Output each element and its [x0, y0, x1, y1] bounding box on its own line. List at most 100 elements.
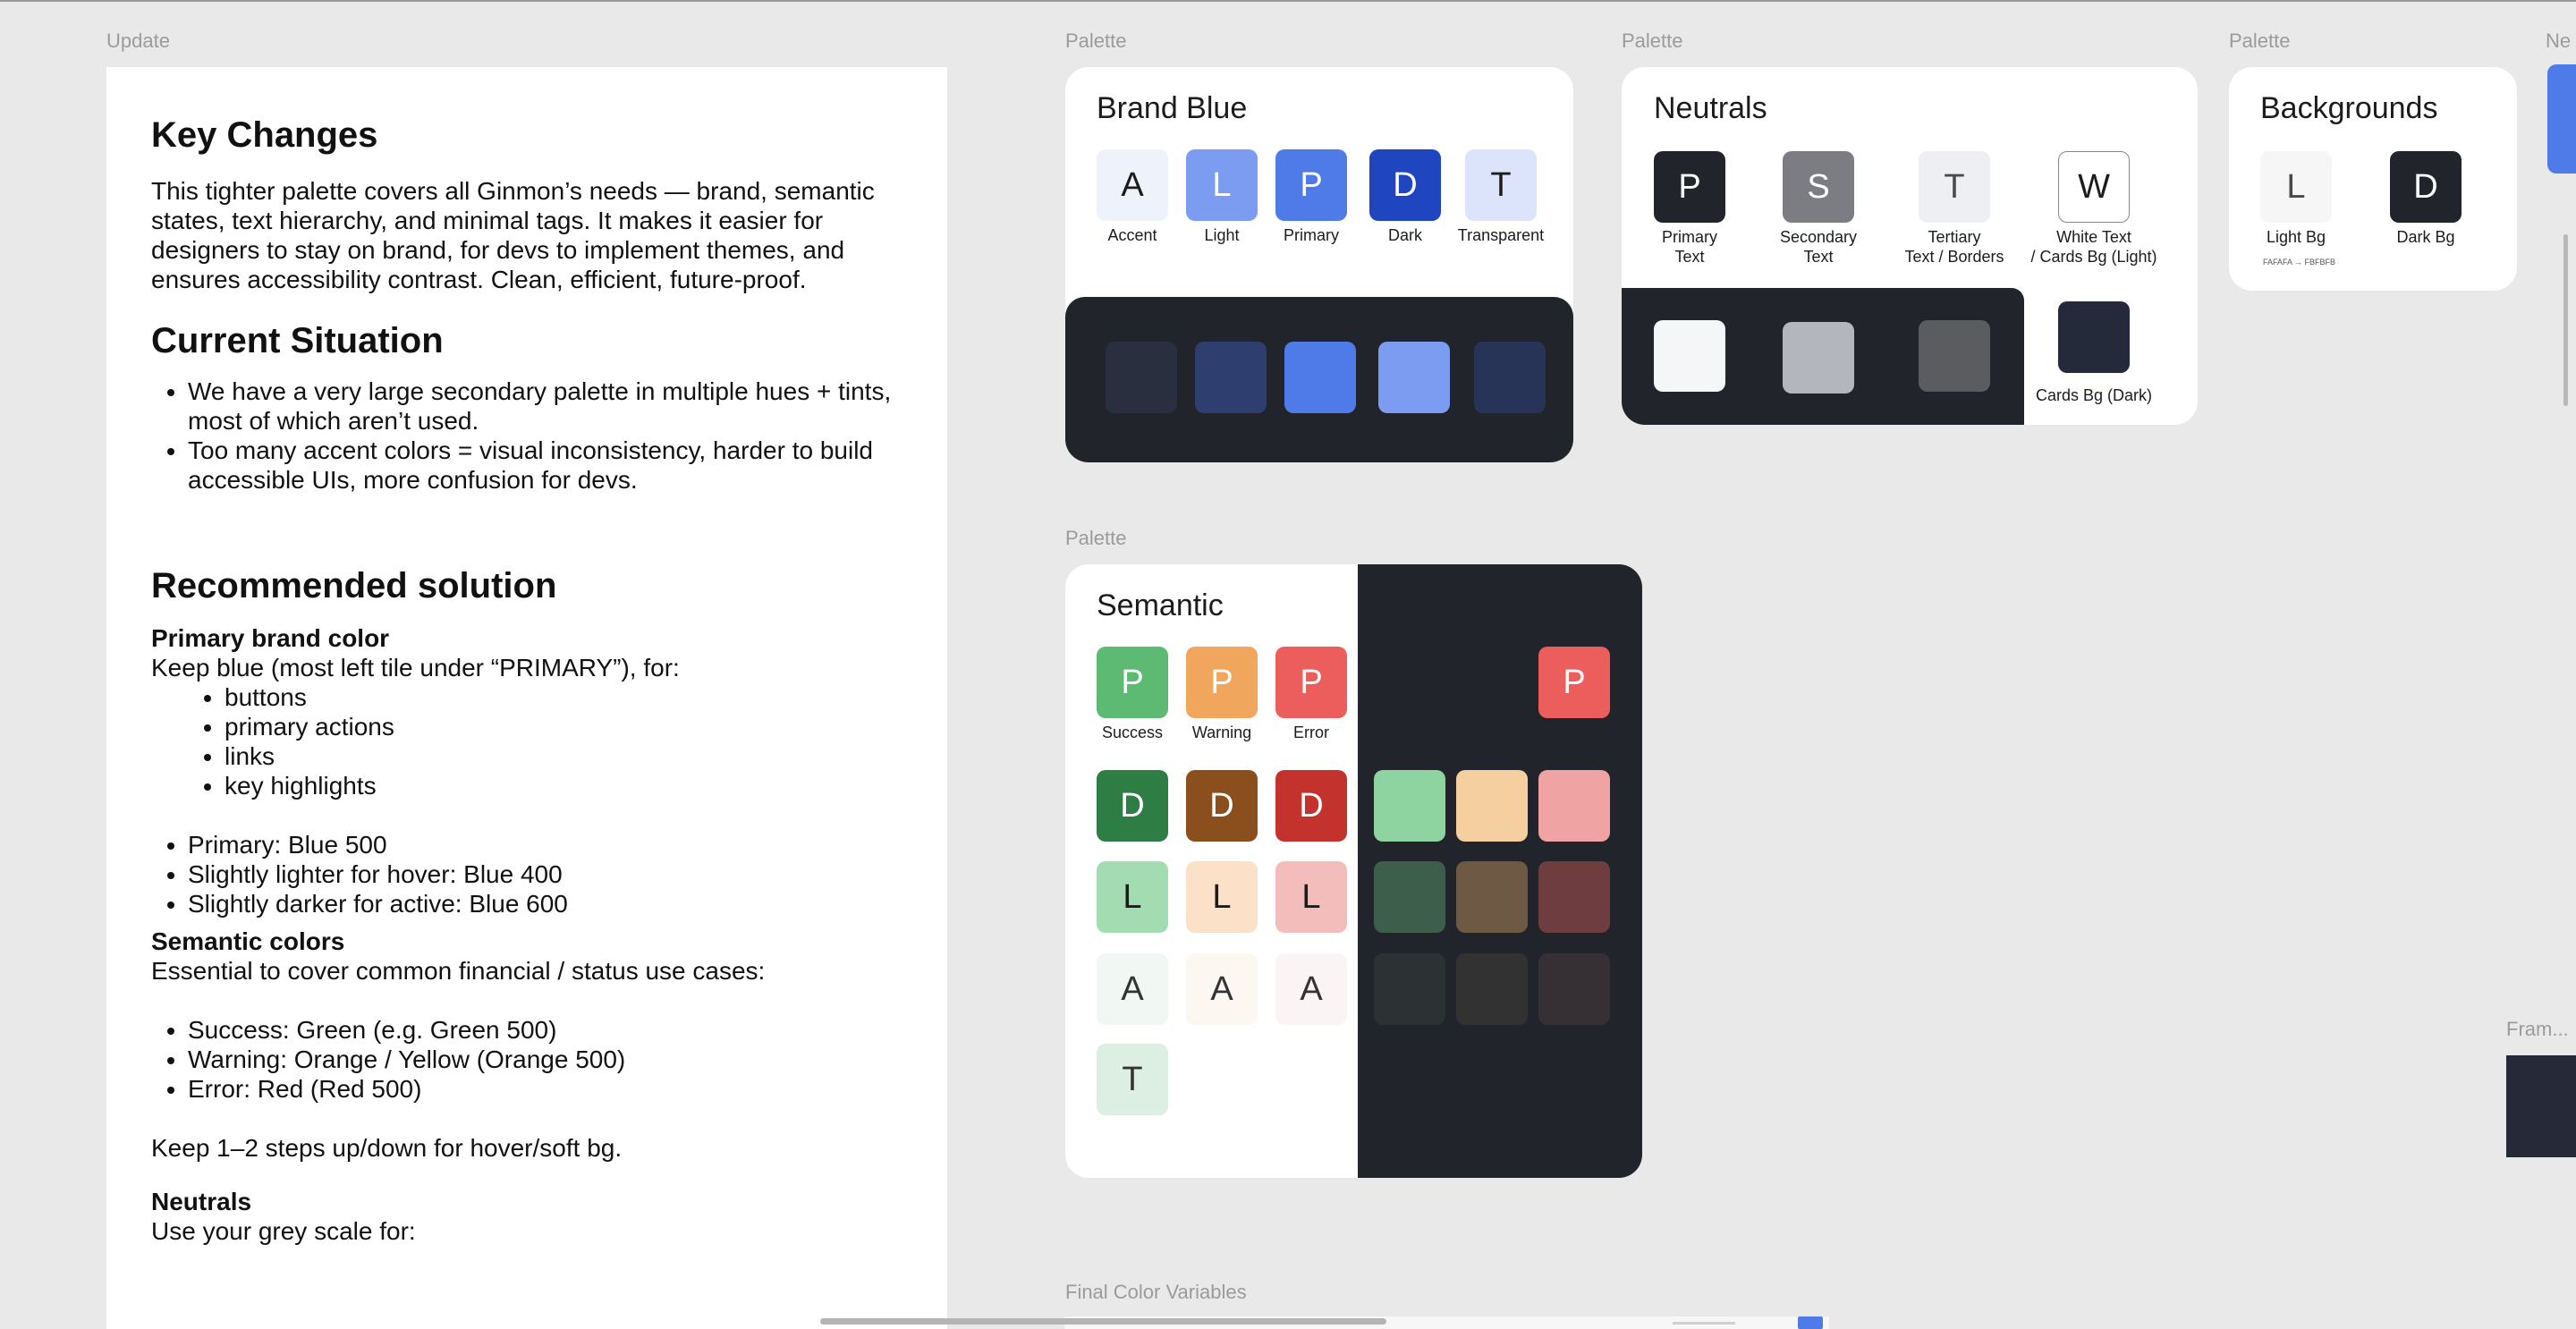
heading-current-situation: Current Situation — [151, 321, 444, 360]
dark-swatch-primary-text[interactable] — [1654, 320, 1725, 392]
preview-bar — [1673, 1322, 1735, 1325]
warning-dark-mode-swatch[interactable] — [1456, 770, 1528, 842]
swatch-label: Accent — [1107, 226, 1157, 244]
dark-swatch-transparent[interactable] — [1474, 342, 1546, 413]
error-swatch[interactable]: P — [1275, 647, 1347, 718]
dark-swatch-accent[interactable] — [1106, 342, 1177, 413]
list-item: Error: Red (Red 500) — [188, 1074, 911, 1104]
neutrals-title: Neutrals — [151, 1188, 252, 1215]
primary-swatch[interactable]: P — [1275, 149, 1347, 221]
semantic-items-list: Success: Green (e.g. Green 500) Warning:… — [151, 1015, 911, 1104]
primary-brand-color-intro: Keep blue (most left tile under “PRIMARY… — [151, 654, 680, 681]
dark-mode-panel: P — [1358, 564, 1642, 1178]
current-situation-list: We have a very large secondary palette i… — [151, 377, 911, 495]
warning-dark-mode-swatch[interactable] — [1456, 953, 1528, 1025]
card-title: Brand Blue — [1097, 91, 1248, 125]
error-dark-mode-swatch[interactable]: P — [1538, 647, 1610, 718]
success-dark-mode-swatch[interactable] — [1374, 770, 1445, 842]
secondary-text-swatch[interactable]: S — [1783, 151, 1854, 223]
primary-steps-list: Primary: Blue 500 Slightly lighter for h… — [151, 830, 911, 918]
frame-preview[interactable] — [2506, 1055, 2576, 1157]
dark-bg-swatch[interactable]: D — [2390, 151, 2462, 223]
semantic-card[interactable]: Semantic P Success P Warning P Error D D… — [1065, 564, 1642, 1178]
transparent-swatch[interactable]: T — [1465, 149, 1537, 221]
primary-text-swatch[interactable]: P — [1654, 151, 1725, 223]
dark-swatch-dark[interactable] — [1195, 342, 1267, 413]
light-bg-note: FAFAFA → FBFBFB — [2263, 258, 2336, 267]
success-swatch[interactable]: P — [1097, 647, 1168, 718]
error-dark-swatch[interactable]: D — [1275, 770, 1347, 842]
cards-bg-dark-swatch[interactable] — [2058, 301, 2130, 373]
dark-swatch-light[interactable] — [1378, 342, 1450, 413]
error-dark-mode-swatch[interactable] — [1538, 953, 1610, 1025]
error-dark-mode-swatch[interactable] — [1538, 770, 1610, 842]
list-item: key highlights — [225, 771, 911, 800]
brand-blue-card[interactable]: Brand Blue A Accent L Light P Primary D … — [1065, 67, 1573, 462]
frame-label-frame[interactable]: Fram... — [2506, 1018, 2569, 1041]
dark-swatch-tertiary[interactable] — [1919, 320, 1990, 392]
list-item: Primary: Blue 500 — [188, 830, 911, 859]
vertical-scrollbar[interactable] — [2563, 234, 2568, 406]
dark-swatch[interactable]: D — [1369, 149, 1441, 221]
frame-label-next[interactable]: Ne — [2546, 30, 2571, 53]
swatch-label: Error — [1293, 724, 1329, 741]
window-top-border — [0, 0, 2576, 2]
accent-swatch[interactable]: A — [1097, 149, 1168, 221]
update-document[interactable]: Key Changes This tighter palette covers … — [106, 67, 947, 1329]
swatch-label: Cards Bg (Dark) — [2035, 386, 2153, 404]
swatch-label: Secondary Text — [1779, 228, 1858, 266]
frame-label-palette-neutrals[interactable]: Palette — [1622, 30, 1683, 53]
semantic-colors-intro: Essential to cover common financial / st… — [151, 957, 766, 985]
horizontal-scrollbar[interactable] — [820, 1318, 1386, 1325]
primary-brand-color-title: Primary brand color — [151, 624, 390, 652]
card-title: Neutrals — [1654, 91, 1767, 125]
error-accent-swatch[interactable]: A — [1275, 953, 1347, 1025]
neutrals-intro: Use your grey scale for: — [151, 1217, 416, 1245]
document-content: Key Changes This tighter palette covers … — [151, 112, 911, 1246]
frame-label-palette-backgrounds[interactable]: Palette — [2229, 30, 2291, 53]
warning-light-swatch[interactable]: L — [1186, 861, 1258, 933]
list-item: buttons — [225, 682, 911, 712]
swatch-label: White Text / Cards Bg (Light) — [2030, 228, 2157, 266]
warning-swatch[interactable]: P — [1186, 647, 1258, 718]
warning-dark-swatch[interactable]: D — [1186, 770, 1258, 842]
warning-dark-mode-swatch[interactable] — [1456, 861, 1528, 933]
warning-accent-swatch[interactable]: A — [1186, 953, 1258, 1025]
light-swatch[interactable]: L — [1186, 149, 1258, 221]
swatch-label: Tertiary Text / Borders — [1904, 228, 2004, 266]
success-dark-swatch[interactable]: D — [1097, 770, 1168, 842]
dark-swatch-primary[interactable] — [1284, 342, 1356, 413]
neutrals-card[interactable]: Neutrals P Primary Text S Secondary Text T… — [1622, 67, 2198, 425]
semantic-colors-title: Semantic colors — [151, 927, 345, 955]
white-text-swatch[interactable]: W — [2058, 151, 2130, 223]
success-dark-mode-swatch[interactable] — [1374, 861, 1445, 933]
frame-label-final-color-variables[interactable]: Final Color Variables — [1065, 1281, 1247, 1304]
frame-label-palette-brand[interactable]: Palette — [1065, 30, 1127, 53]
success-accent-swatch[interactable]: A — [1097, 953, 1168, 1025]
error-light-swatch[interactable]: L — [1275, 861, 1347, 933]
frame-label-palette-semantic[interactable]: Palette — [1065, 527, 1127, 550]
preview-button — [1798, 1316, 1823, 1329]
success-transparent-swatch[interactable]: T — [1097, 1044, 1168, 1115]
swatch-label: Primary — [1284, 226, 1339, 244]
frame-label-update[interactable]: Update — [106, 30, 170, 53]
dark-mode-panel — [1622, 288, 2024, 425]
swatch-label: Transparent — [1457, 226, 1545, 244]
success-dark-mode-swatch[interactable] — [1374, 953, 1445, 1025]
heading-key-changes: Key Changes — [151, 115, 378, 155]
list-item: Slightly darker for active: Blue 600 — [188, 889, 911, 918]
backgrounds-card[interactable]: Backgrounds L Light Bg FAFAFA → FBFBFB D… — [2229, 67, 2517, 291]
list-item: Slightly lighter for hover: Blue 400 — [188, 859, 911, 889]
success-light-swatch[interactable]: L — [1097, 861, 1168, 933]
list-item: links — [225, 741, 911, 771]
list-item: Success: Green (e.g. Green 500) — [188, 1015, 911, 1045]
tertiary-text-swatch[interactable]: T — [1919, 151, 1990, 223]
next-frame-preview[interactable] — [2547, 64, 2576, 174]
light-bg-swatch[interactable]: L — [2260, 151, 2332, 223]
dark-swatch-secondary-text[interactable] — [1783, 322, 1854, 394]
list-item: We have a very large secondary palette i… — [188, 377, 911, 436]
swatch-label: Light — [1204, 226, 1240, 244]
error-dark-mode-swatch[interactable] — [1538, 861, 1610, 933]
swatch-label: Dark — [1387, 226, 1422, 244]
heading-recommended-solution: Recommended solution — [151, 566, 557, 605]
